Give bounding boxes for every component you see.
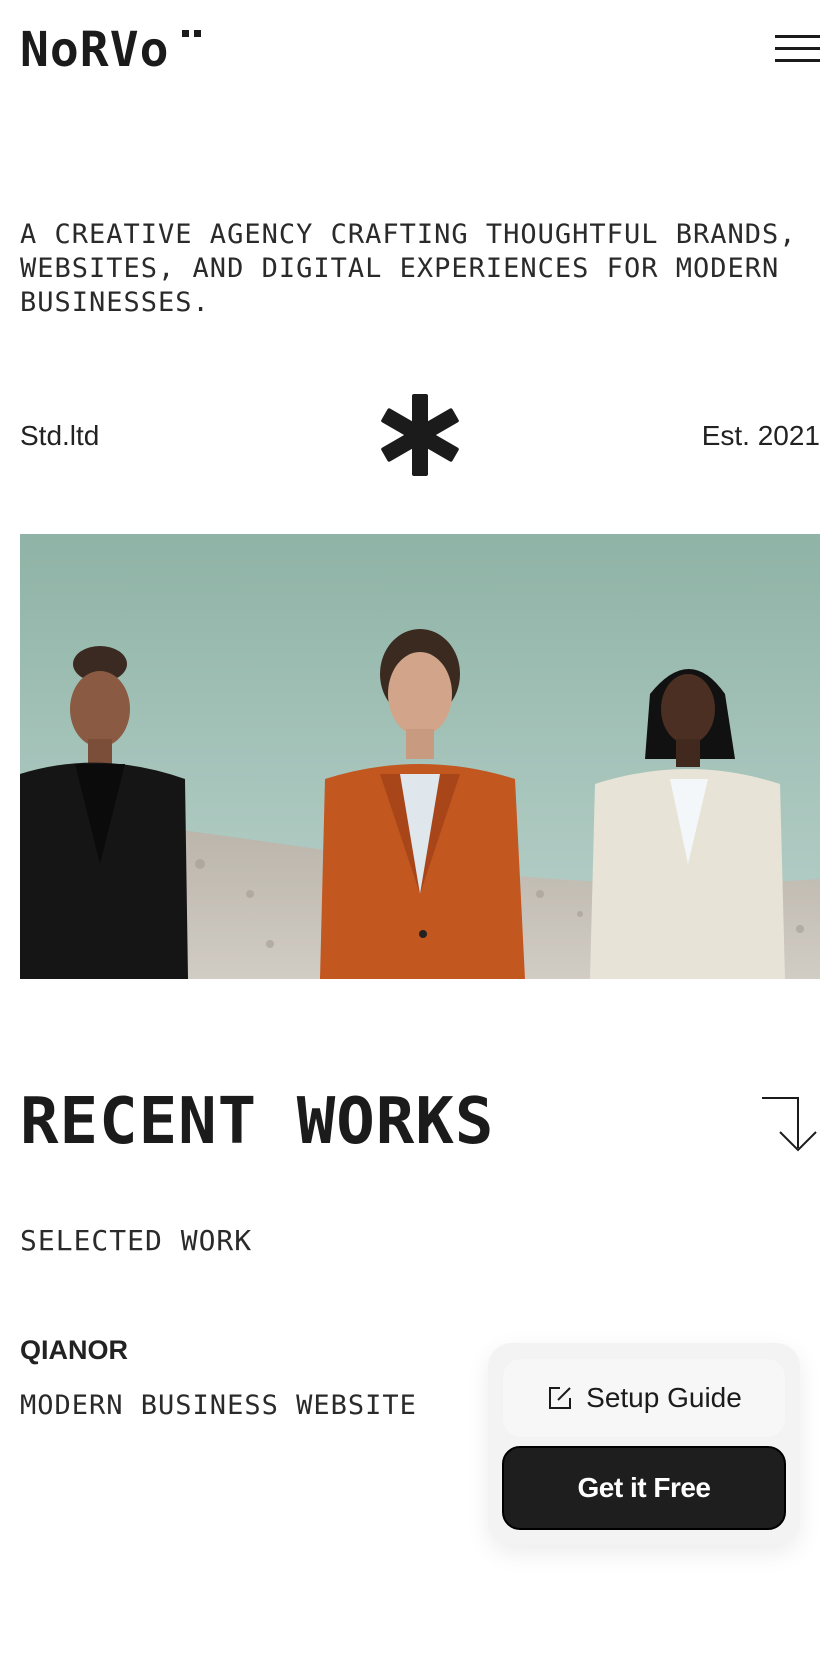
company-type: Std.ltd: [20, 420, 100, 451]
logo-dots: [182, 30, 202, 38]
meta-row: Std.ltd Est. 2021: [20, 392, 820, 482]
hero-photo: [20, 534, 820, 979]
cta-card: Setup Guide Get it Free: [488, 1343, 800, 1545]
intro-text: A CREATIVE AGENCY CRAFTING THOUGHTFUL BR…: [20, 219, 797, 318]
recent-works-title: RECENT WORKS: [20, 1085, 495, 1159]
get-it-free-button[interactable]: Get it Free: [502, 1446, 786, 1530]
established-year: Est. 2021: [701, 420, 820, 451]
logo[interactable]: NoRVo: [20, 26, 170, 74]
project-name[interactable]: QIANOR: [20, 1335, 128, 1366]
setup-guide-button[interactable]: Setup Guide: [503, 1359, 785, 1437]
get-it-free-label: Get it Free: [577, 1472, 711, 1503]
edit-icon: [549, 1387, 572, 1409]
setup-guide-label: Setup Guide: [586, 1382, 742, 1413]
header: NoRVo: [20, 24, 820, 76]
asterisk-icon: [381, 394, 459, 476]
arrow-down-right-icon[interactable]: [760, 1096, 820, 1152]
selected-work-label: SELECTED WORK: [20, 1224, 253, 1257]
project-description: MODERN BUSINESS WEBSITE: [20, 1390, 417, 1421]
hamburger-menu-icon[interactable]: [775, 33, 820, 65]
page: NoRVo A CREATIVE AGENCY CRAFTING THOUGHT…: [0, 0, 840, 1680]
